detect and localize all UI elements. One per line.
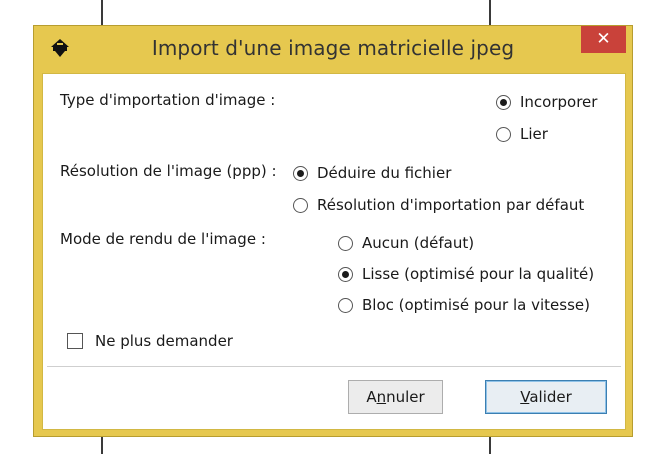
radio-lisse[interactable]: Lisse (optimisé pour la qualité) bbox=[338, 265, 594, 283]
radio-label: Bloc (optimisé pour la vitesse) bbox=[362, 296, 590, 314]
separator bbox=[47, 366, 621, 367]
radio-aucun[interactable]: Aucun (défaut) bbox=[338, 234, 474, 252]
close-icon: ✕ bbox=[596, 29, 611, 49]
cancel-label-start: A bbox=[366, 388, 377, 406]
radio-indicator bbox=[338, 297, 353, 313]
title-bar[interactable]: Import d'une image matricielle jpeg ✕ bbox=[34, 26, 632, 70]
dialog-content: Type d'importation d'image : Incorporer … bbox=[42, 73, 626, 430]
radio-label: Déduire du fichier bbox=[317, 164, 452, 182]
ok-label-end: alider bbox=[529, 388, 572, 406]
radio-label: Résolution d'importation par défaut bbox=[317, 196, 585, 214]
close-button[interactable]: ✕ bbox=[581, 26, 626, 53]
cancel-mnemonic: n bbox=[376, 388, 387, 406]
radio-indicator bbox=[338, 235, 353, 251]
radio-lier[interactable]: Lier bbox=[496, 125, 548, 143]
ok-mnemonic: V bbox=[520, 388, 530, 406]
radio-indicator bbox=[293, 165, 308, 181]
ok-button[interactable]: Valider bbox=[485, 380, 607, 414]
radio-label: Lisse (optimisé pour la qualité) bbox=[362, 265, 595, 283]
radio-indicator bbox=[338, 266, 353, 282]
radio-indicator bbox=[496, 126, 511, 142]
radio-label: Aucun (défaut) bbox=[362, 234, 475, 252]
import-dialog: Import d'une image matricielle jpeg ✕ Ty… bbox=[33, 25, 633, 437]
checkbox-label: Ne plus demander bbox=[95, 332, 233, 350]
radio-bloc[interactable]: Bloc (optimisé pour la vitesse) bbox=[338, 296, 590, 314]
cancel-label-end: nuler bbox=[386, 388, 425, 406]
resolution-label: Résolution de l'image (ppp) : bbox=[60, 162, 277, 180]
cancel-button[interactable]: Annuler bbox=[348, 380, 443, 414]
image-type-label: Type d'importation d'image : bbox=[60, 91, 276, 109]
radio-resolution-par-defaut[interactable]: Résolution d'importation par défaut bbox=[293, 196, 584, 214]
checkbox-box bbox=[67, 333, 83, 349]
radio-incorporer[interactable]: Incorporer bbox=[496, 93, 597, 111]
render-mode-label: Mode de rendu de l'image : bbox=[60, 230, 266, 248]
radio-indicator bbox=[496, 94, 511, 110]
radio-deduire-du-fichier[interactable]: Déduire du fichier bbox=[293, 164, 451, 182]
dont-ask-checkbox[interactable]: Ne plus demander bbox=[67, 332, 233, 350]
dialog-title: Import d'une image matricielle jpeg bbox=[151, 36, 515, 60]
radio-label: Incorporer bbox=[520, 93, 598, 111]
radio-label: Lier bbox=[520, 125, 548, 143]
radio-indicator bbox=[293, 197, 308, 213]
